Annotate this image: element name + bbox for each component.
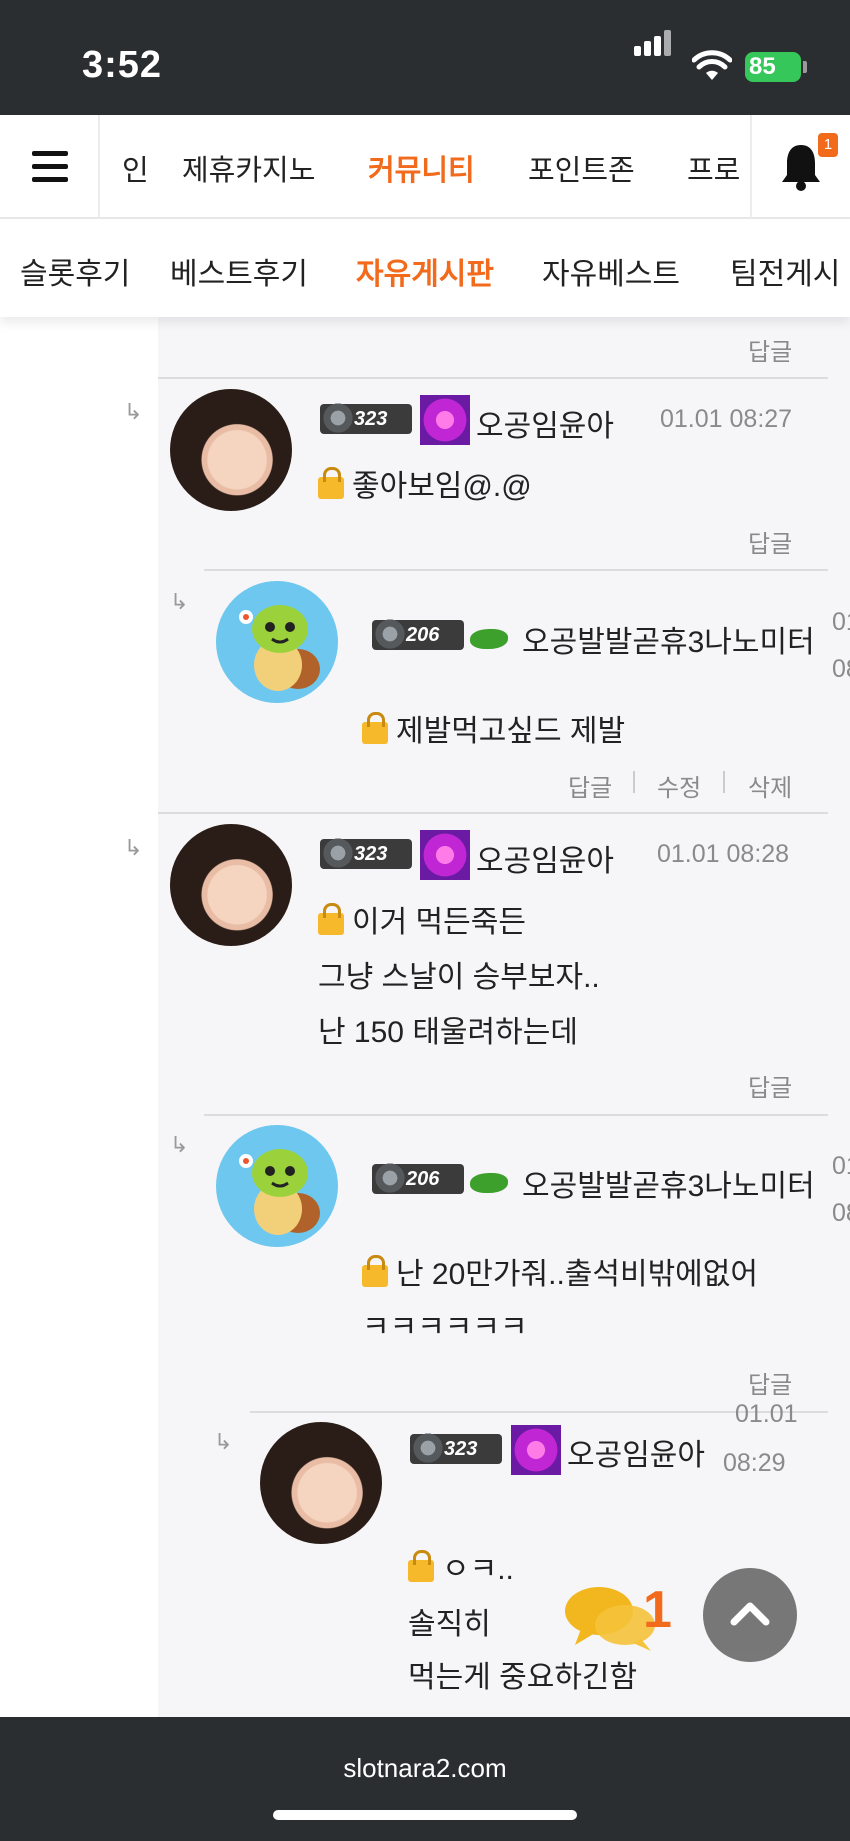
domain-text: slotnara2.com bbox=[343, 1753, 507, 1783]
rank-icon bbox=[420, 395, 470, 445]
lock-icon bbox=[362, 712, 388, 744]
divider bbox=[204, 1114, 828, 1116]
comment-date: 01 08 bbox=[832, 1152, 850, 1227]
comment-time: 08:29 bbox=[723, 1449, 786, 1477]
reply-link[interactable]: 답글 bbox=[748, 524, 792, 559]
turtle-avatar-icon bbox=[239, 605, 320, 691]
tab-community[interactable]: 커뮤니티 bbox=[368, 147, 475, 189]
comment-date: 01 08 bbox=[832, 608, 850, 683]
nickname[interactable]: 오공임윤아 bbox=[476, 401, 614, 445]
notification-button[interactable] bbox=[750, 115, 850, 219]
subtab-free-best[interactable]: 자유베스트 bbox=[542, 249, 680, 293]
comment-text: 솔직히 bbox=[408, 1608, 491, 1641]
action-separator bbox=[633, 771, 635, 793]
edit-link[interactable]: 수정 bbox=[657, 768, 701, 803]
nickname[interactable]: 오공발발곧휴3나노미터 bbox=[522, 617, 815, 661]
comment-text: 제발먹고싶드 제발 bbox=[396, 715, 626, 748]
reply-arrow-icon: ↳ bbox=[214, 1429, 233, 1454]
home-indicator[interactable] bbox=[273, 1810, 577, 1820]
nickname[interactable]: 오공발발곧휴3나노미터 bbox=[522, 1161, 815, 1205]
reply-arrow-icon: ↳ bbox=[170, 1132, 189, 1157]
avatar[interactable] bbox=[216, 1125, 338, 1247]
delete-link[interactable]: 삭제 bbox=[748, 768, 792, 803]
action-separator bbox=[723, 771, 725, 793]
tab-partial-right[interactable]: 프로 bbox=[687, 147, 740, 189]
subtab-free-board[interactable]: 자유게시판 bbox=[356, 249, 494, 293]
divider bbox=[204, 569, 828, 571]
divider bbox=[158, 812, 828, 814]
reply-link[interactable]: 답글 bbox=[568, 768, 612, 803]
divider bbox=[158, 377, 828, 379]
level-badge: 206 bbox=[372, 616, 464, 652]
top-nav-tabs: 인 제휴카지노 커뮤니티 포인트존 프로 bbox=[102, 115, 748, 219]
status-time: 3:52 bbox=[82, 44, 163, 86]
nickname[interactable]: 오공임윤아 bbox=[476, 836, 614, 880]
subtab-best-review[interactable]: 베스트후기 bbox=[170, 249, 308, 293]
chevron-up-icon bbox=[730, 1602, 770, 1626]
level-badge: 206 bbox=[372, 1160, 464, 1196]
lock-icon bbox=[318, 903, 344, 935]
level-badge: 323 bbox=[320, 400, 412, 436]
sub-nav: 슬롯후기 베스트후기 자유게시판 자유베스트 팀전게시 bbox=[0, 219, 850, 317]
bell-icon bbox=[782, 145, 820, 191]
comment-date: 01.01 08:27 bbox=[660, 405, 793, 433]
reply-link[interactable]: 답글 bbox=[748, 332, 792, 367]
comment-date: 01.01 bbox=[735, 1400, 798, 1428]
reply-arrow-icon: ↳ bbox=[124, 835, 143, 860]
reply-link[interactable]: 답글 bbox=[748, 1365, 792, 1400]
turtle-rank-icon bbox=[470, 629, 508, 649]
subtab-team-board[interactable]: 팀전게시 bbox=[730, 249, 840, 293]
avatar[interactable] bbox=[260, 1422, 382, 1544]
tab-partner-casino[interactable]: 제휴카지노 bbox=[182, 147, 315, 189]
turtle-avatar-icon bbox=[239, 1149, 320, 1235]
wifi-icon bbox=[692, 50, 732, 80]
reply-arrow-icon: ↳ bbox=[124, 399, 143, 424]
reply-link[interactable]: 답글 bbox=[748, 1068, 792, 1103]
comment-text: 좋아보임@.@ bbox=[352, 470, 532, 503]
nickname[interactable]: 오공임윤아 bbox=[567, 1430, 705, 1474]
comment-date: 01.01 08:28 bbox=[657, 840, 790, 868]
avatar[interactable] bbox=[170, 824, 292, 946]
lock-icon bbox=[318, 467, 344, 499]
rank-icon bbox=[420, 830, 470, 880]
level-badge: 323 bbox=[320, 835, 412, 871]
comment-text: 그냥 스날이 승부보자.. bbox=[318, 961, 600, 994]
hamburger-menu-button[interactable] bbox=[0, 115, 100, 219]
comment-text: 난 20만가줘..출석비밖에없어 bbox=[396, 1258, 758, 1291]
comment-list: 답글 ↳ 323 오공임윤아 01.01 08:27 좋아보임@.@ 답글 ↳ … bbox=[0, 317, 850, 1717]
battery-indicator: 85 bbox=[745, 52, 801, 82]
subtab-slot-review[interactable]: 슬롯후기 bbox=[20, 249, 130, 293]
status-bar: 3:52 85 bbox=[0, 0, 850, 115]
rank-icon bbox=[511, 1425, 561, 1475]
comment-text: 먹는게 중요하긴함 bbox=[408, 1661, 638, 1694]
battery-tip bbox=[803, 61, 807, 73]
comment-text: 이거 먹든죽든 bbox=[352, 906, 526, 939]
comment-text: ㅋㅋㅋㅋㅋㅋ bbox=[362, 1311, 528, 1344]
tab-point-zone[interactable]: 포인트존 bbox=[528, 147, 635, 189]
avatar[interactable] bbox=[170, 389, 292, 511]
scroll-to-top-button[interactable] bbox=[703, 1568, 797, 1662]
lock-icon bbox=[362, 1255, 388, 1287]
top-nav: 인 제휴카지노 커뮤니티 포인트존 프로 bbox=[0, 115, 850, 219]
reply-arrow-icon: ↳ bbox=[170, 589, 189, 614]
turtle-rank-icon bbox=[470, 1173, 508, 1193]
comment-text: 난 150 태울려하는데 bbox=[318, 1016, 578, 1049]
tab-partial-left[interactable]: 인 bbox=[122, 147, 149, 189]
chat-count: 1 bbox=[643, 1581, 672, 1639]
lock-icon bbox=[408, 1550, 434, 1582]
comment-text: ㅇㅋ.. bbox=[442, 1553, 514, 1586]
avatar[interactable] bbox=[216, 581, 338, 703]
notification-badge: 1 bbox=[818, 133, 838, 157]
browser-address-bar[interactable]: slotnara2.com bbox=[0, 1717, 850, 1841]
level-badge: 323 bbox=[410, 1430, 502, 1466]
